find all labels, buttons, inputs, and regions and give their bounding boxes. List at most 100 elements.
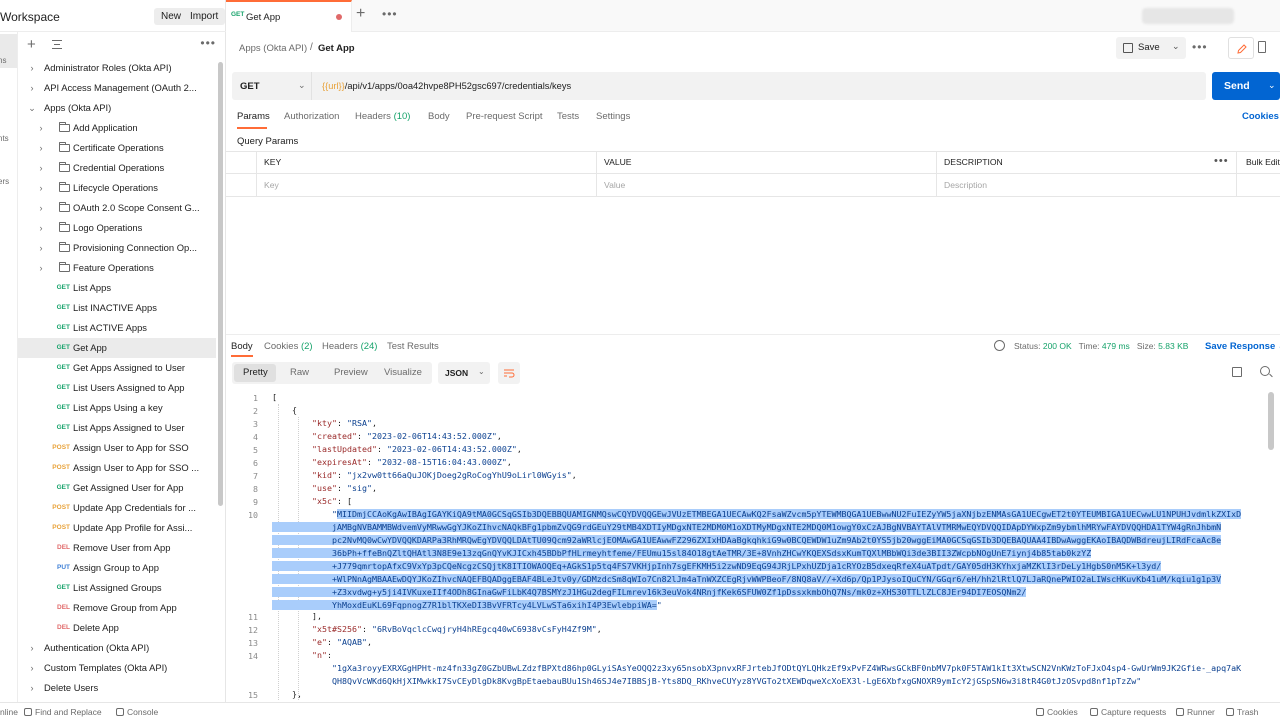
left-nav-label-others[interactable]: ers [0, 177, 9, 186]
unsaved-dot-icon[interactable] [336, 14, 342, 20]
capture-requests-button[interactable]: Capture requests [1090, 707, 1166, 717]
filter-icon[interactable] [52, 40, 62, 49]
chevron-right-icon[interactable]: › [28, 58, 36, 78]
response-body-code[interactable]: 1 [ 2 { 3 "kty": "RSA", 4 "created": "20… [226, 390, 1274, 700]
save-button[interactable]: Save ⌄ [1116, 37, 1186, 59]
left-nav-label-environments[interactable]: nts [0, 134, 9, 143]
save-response-button[interactable]: Save Response ⌄ [1205, 341, 1280, 352]
chevron-right-icon[interactable]: › [37, 118, 45, 138]
request-item[interactable]: GET Get App [18, 338, 216, 358]
tab-settings[interactable]: Settings [596, 111, 630, 122]
format-pretty[interactable]: Pretty [243, 367, 268, 378]
breadcrumb-parent[interactable]: Apps (Okta API) [239, 43, 307, 54]
chevron-right-icon[interactable]: › [37, 218, 45, 238]
request-item[interactable]: POST Update App Credentials for ... [18, 498, 216, 518]
folder-item[interactable]: › OAuth 2.0 Scope Consent G... [18, 198, 216, 218]
environment-selector[interactable] [1142, 8, 1234, 24]
trash-button[interactable]: Trash [1226, 707, 1258, 717]
request-item[interactable]: DEL Remove Group from App [18, 598, 216, 618]
tab-tests[interactable]: Tests [557, 111, 579, 122]
tab-headers[interactable]: Headers (10) [355, 111, 410, 122]
chevron-down-icon[interactable]: ⌄ [28, 98, 36, 118]
code-scrollbar[interactable] [1268, 392, 1274, 450]
folder-item[interactable]: › Logo Operations [18, 218, 216, 238]
chevron-right-icon[interactable]: › [37, 178, 45, 198]
status-value[interactable]: 200 OK [1043, 341, 1072, 351]
chevron-right-icon[interactable]: › [37, 238, 45, 258]
request-item[interactable]: GET List Apps Assigned to User [18, 418, 216, 438]
chevron-down-icon[interactable]: ⌄ [1268, 80, 1276, 91]
request-item[interactable]: GET List Assigned Groups [18, 578, 216, 598]
folder-item[interactable]: ⌄ Apps (Okta API) [18, 98, 216, 118]
table-more-icon[interactable]: ••• [1214, 155, 1229, 167]
language-select[interactable]: JSON ⌄ [438, 362, 490, 384]
request-item[interactable]: DEL Remove User from App [18, 538, 216, 558]
chevron-right-icon[interactable]: › [28, 678, 36, 698]
tab-params[interactable]: Params [237, 111, 270, 122]
folder-item[interactable]: › Authentication (Okta API) [18, 638, 216, 658]
more-options-icon[interactable]: ••• [200, 36, 216, 50]
new-tab-icon[interactable]: + [356, 5, 365, 23]
folder-item[interactable]: › Provisioning Connection Op... [18, 238, 216, 258]
documentation-icon[interactable] [1258, 41, 1266, 53]
left-nav-label-collections[interactable]: ns [0, 56, 6, 65]
request-item[interactable]: GET List ACTIVE Apps [18, 318, 216, 338]
request-item[interactable]: POST Assign User to App for SSO [18, 438, 216, 458]
key-input[interactable]: Key [264, 180, 279, 190]
request-item[interactable]: GET List Apps Using a key [18, 398, 216, 418]
tab-body[interactable]: Body [428, 111, 450, 122]
format-preview[interactable]: Preview [334, 367, 368, 378]
size-value[interactable]: 5.83 KB [1158, 341, 1188, 351]
request-item[interactable]: POST Update App Profile for Assi... [18, 518, 216, 538]
chevron-down-icon[interactable]: ⌄ [1172, 41, 1180, 52]
runner-button[interactable]: Runner [1176, 707, 1215, 717]
request-more-icon[interactable]: ••• [1192, 40, 1208, 54]
globe-icon[interactable] [994, 340, 1005, 351]
response-tab-body[interactable]: Body [231, 341, 253, 352]
cookies-link[interactable]: Cookies [1242, 111, 1279, 122]
cookies-status-button[interactable]: Cookies [1036, 707, 1078, 717]
chevron-right-icon[interactable]: › [37, 198, 45, 218]
tab-pre-request-script[interactable]: Pre-request Script [466, 111, 543, 122]
value-input[interactable]: Value [604, 180, 625, 190]
send-button[interactable]: Send ⌄ [1212, 72, 1280, 100]
response-tab-headers[interactable]: Headers (24) [322, 341, 377, 352]
format-visualize[interactable]: Visualize [384, 367, 422, 378]
console-button[interactable]: Console [116, 707, 158, 717]
folder-item[interactable]: › Add Application [18, 118, 216, 138]
time-value[interactable]: 479 ms [1102, 341, 1130, 351]
chevron-right-icon[interactable]: › [37, 158, 45, 178]
method-select[interactable]: GET ⌄ [232, 72, 312, 100]
response-tab-cookies[interactable]: Cookies (2) [264, 341, 313, 352]
request-item[interactable]: GET Get Apps Assigned to User [18, 358, 216, 378]
format-raw[interactable]: Raw [290, 367, 309, 378]
request-item[interactable]: GET List Users Assigned to App [18, 378, 216, 398]
find-replace-button[interactable]: Find and Replace [24, 707, 102, 717]
request-item[interactable]: GET List Apps [18, 278, 216, 298]
chevron-right-icon[interactable]: › [28, 78, 36, 98]
edit-pencil-button[interactable] [1228, 37, 1254, 59]
chevron-right-icon[interactable]: › [37, 258, 45, 278]
response-tab-test-results[interactable]: Test Results [387, 341, 439, 352]
url-input[interactable]: {{url}}/api/v1/apps/0oa42hvpe8PH52gsc697… [322, 81, 571, 91]
add-collection-icon[interactable]: + [27, 36, 36, 53]
folder-item[interactable]: › Lifecycle Operations [18, 178, 216, 198]
tab-get-app[interactable]: GET Get App [226, 0, 352, 32]
wrap-lines-button[interactable] [498, 362, 520, 384]
search-icon[interactable] [1260, 366, 1270, 376]
chevron-right-icon[interactable]: › [28, 658, 36, 678]
import-button[interactable]: Import [183, 8, 226, 25]
breadcrumb-current[interactable]: Get App [318, 43, 355, 54]
request-item[interactable]: GET List INACTIVE Apps [18, 298, 216, 318]
folder-item[interactable]: › Credential Operations [18, 158, 216, 178]
request-item[interactable]: DEL Delete App [18, 618, 216, 638]
request-item[interactable]: POST Assign User to App for SSO ... [18, 458, 216, 478]
chevron-right-icon[interactable]: › [28, 638, 36, 658]
folder-item[interactable]: › Delete Users [18, 678, 216, 698]
sidebar-scrollbar[interactable] [218, 62, 223, 506]
folder-item[interactable]: › Administrator Roles (Okta API) [18, 58, 216, 78]
bulk-edit-link[interactable]: Bulk Edit [1246, 157, 1280, 167]
chevron-right-icon[interactable]: › [37, 138, 45, 158]
request-item[interactable]: PUT Assign Group to App [18, 558, 216, 578]
folder-item[interactable]: › Feature Operations [18, 258, 216, 278]
